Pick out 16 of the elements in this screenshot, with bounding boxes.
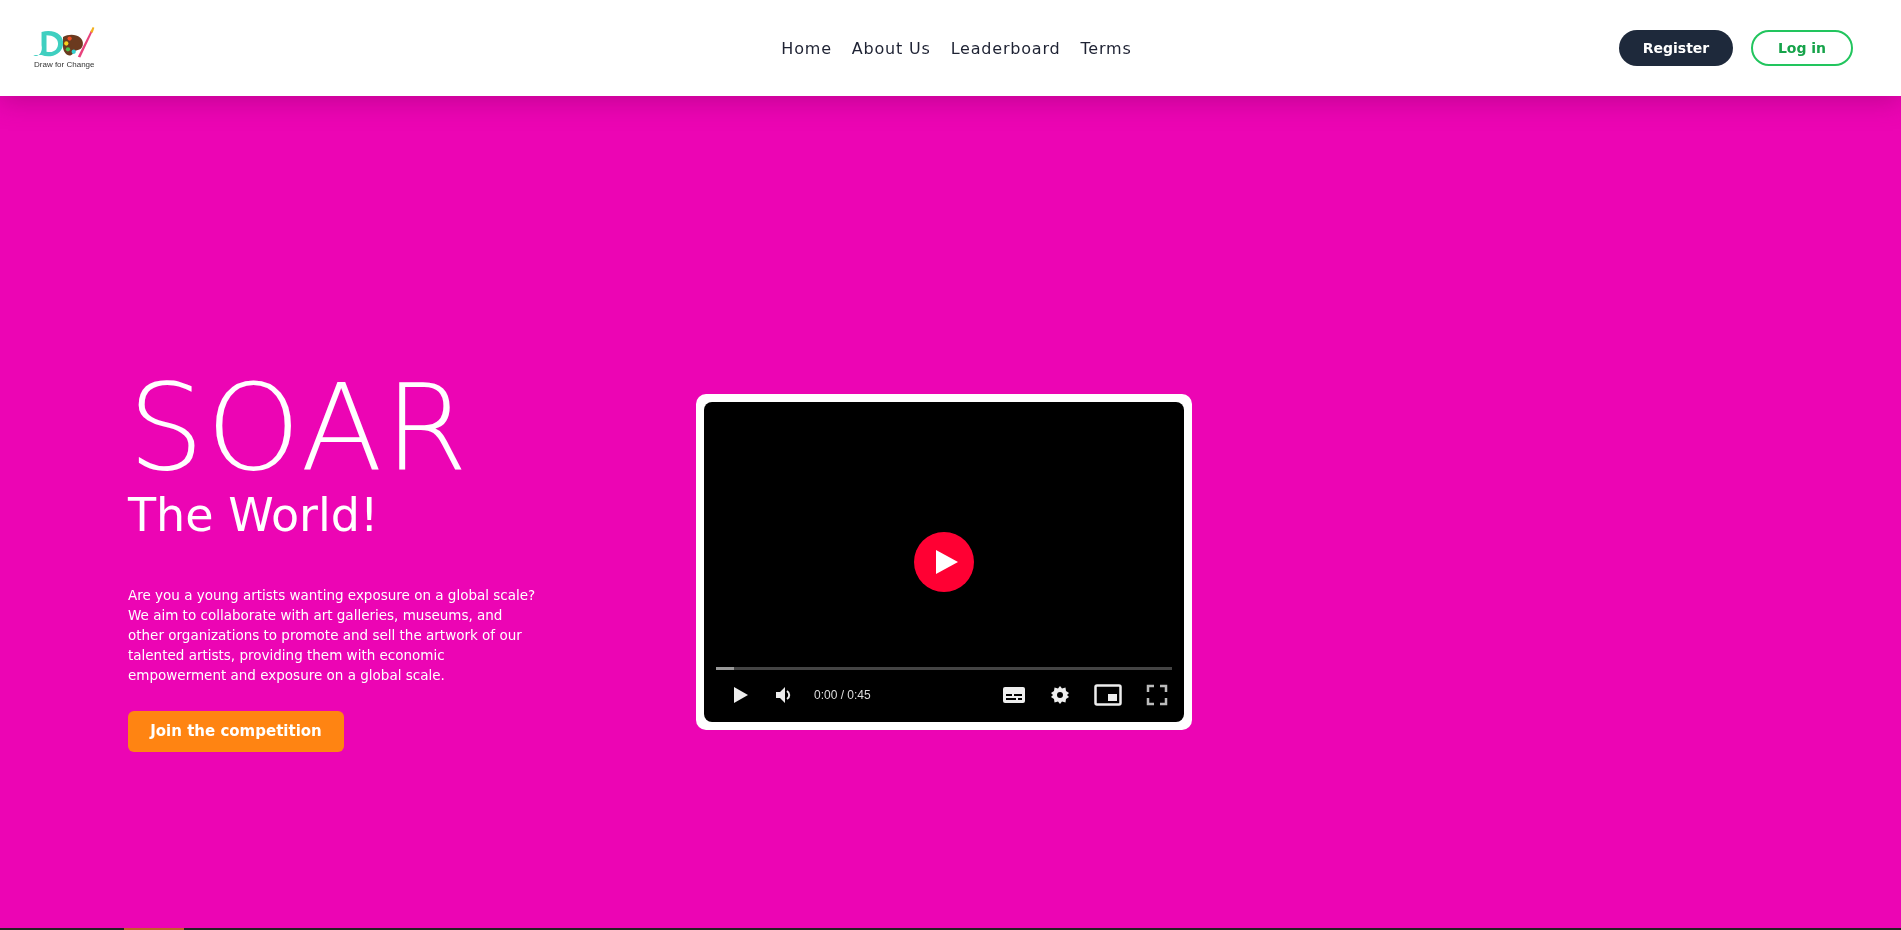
nav-link[interactable]: Home [781, 38, 832, 58]
settings-icon[interactable] [1050, 685, 1070, 705]
hero-description: Are you a young artists wanting exposure on a global scale? We aim to collaborate with art galleries, museums, and other organizations to promote and sell the artwork of our talented artists, providing them with economic empowerment and exposure on a global scale. [128, 585, 537, 685]
miniplayer-icon[interactable] [1094, 684, 1122, 706]
captions-icon[interactable] [1002, 685, 1026, 705]
hero-title: SOAR [128, 372, 471, 483]
play-button-icon[interactable] [914, 532, 974, 592]
video-time: 0:00 / 0:45 [814, 688, 871, 702]
fullscreen-icon[interactable] [1146, 684, 1168, 706]
nav-link[interactable]: Terms [1080, 38, 1132, 58]
hero-subtitle: The World! [128, 486, 380, 543]
nav-link[interactable]: Leaderboard [950, 38, 1061, 58]
nav-link[interactable]: About Us [851, 38, 931, 58]
progress-track[interactable] [716, 667, 1172, 670]
register-button[interactable]: Register [1619, 30, 1733, 66]
logo-caption: Draw for Change [34, 60, 95, 69]
